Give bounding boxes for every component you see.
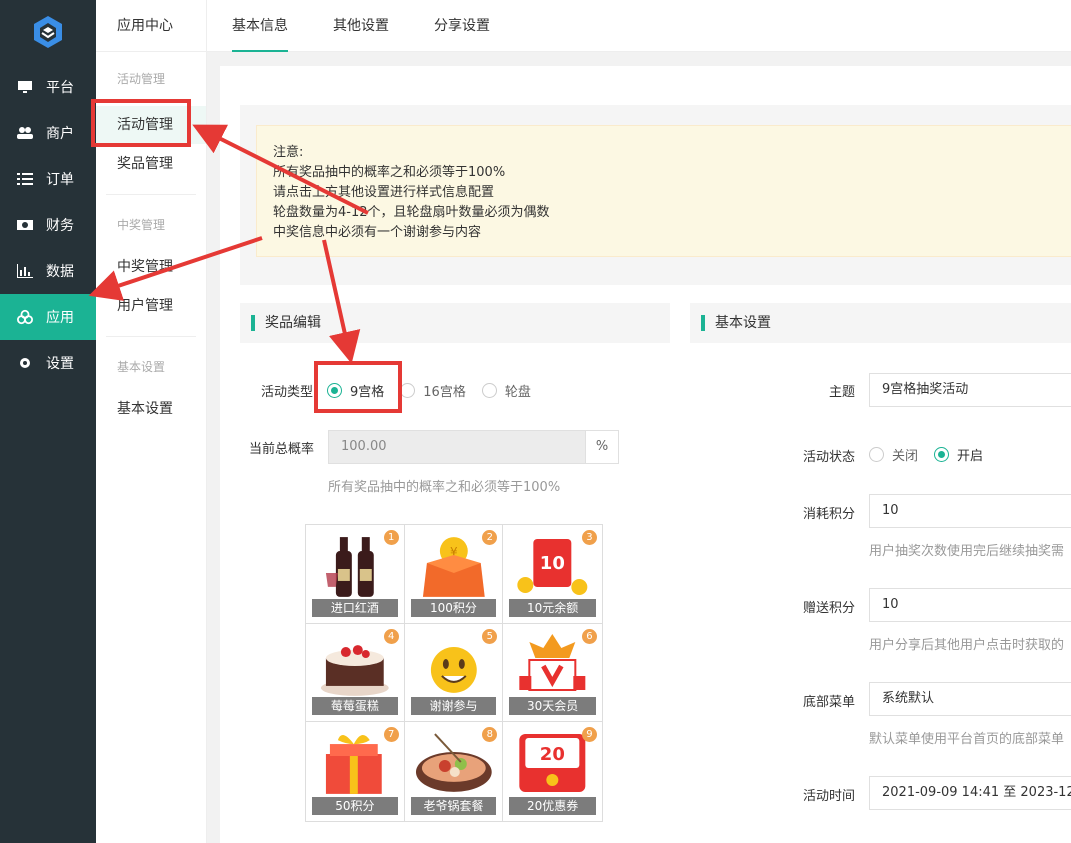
nav-item-label: 应用 bbox=[46, 310, 74, 326]
main-nav: 平台商户订单财务数据应用设置 bbox=[0, 0, 96, 843]
gift-points-label: 赠送积分 bbox=[802, 601, 855, 616]
prize-cell[interactable]: 1 进口红酒 bbox=[306, 525, 405, 624]
bar-chart-icon bbox=[17, 263, 33, 279]
list-icon bbox=[17, 171, 33, 187]
nav-item-0[interactable]: 平台 bbox=[0, 64, 96, 110]
prize-name: 老爷锅套餐 bbox=[410, 796, 497, 815]
total-prob-label: 当前总概率 bbox=[248, 442, 314, 457]
prize-cell[interactable]: 7 50积分 bbox=[306, 722, 405, 821]
sub-item-win-manage[interactable]: 中奖管理 bbox=[96, 248, 206, 286]
notice-line: 请点击上方其他设置进行样式信息配置 bbox=[273, 185, 495, 200]
notice-area: 注意: 所有奖品抽中的概率之和必须等于100% 请点击上方其他设置进行样式信息配… bbox=[240, 105, 1071, 285]
tab-other-settings[interactable]: 其他设置 bbox=[333, 0, 389, 52]
money-icon bbox=[17, 217, 33, 233]
prize-cell[interactable]: ¥ 2 100积分 bbox=[404, 525, 504, 624]
app-logo[interactable] bbox=[0, 0, 96, 64]
gift-points-input[interactable]: 10 bbox=[869, 588, 1071, 622]
group-title-basic: 基本设置 bbox=[117, 360, 166, 374]
gift-points-hint: 用户分享后其他用户点击时获取的 bbox=[869, 638, 1065, 653]
activity-type-label: 活动类型 bbox=[260, 385, 313, 400]
prize-name: 10元余额 bbox=[509, 598, 596, 617]
sub-item-prize-manage[interactable]: 奖品管理 bbox=[96, 145, 206, 183]
prize-name: 100积分 bbox=[410, 598, 497, 617]
theme-label: 主题 bbox=[828, 385, 855, 400]
svg-text:10: 10 bbox=[540, 553, 565, 574]
prize-name: 莓莓蛋糕 bbox=[312, 697, 398, 716]
radio-status-off[interactable]: 关闭 bbox=[869, 445, 918, 464]
nav-item-label: 商户 bbox=[46, 126, 74, 142]
nav-item-label: 数据 bbox=[46, 264, 74, 280]
nav-item-5[interactable]: 应用 bbox=[0, 294, 96, 340]
cost-points-input[interactable]: 10 bbox=[869, 494, 1071, 528]
activity-time-input[interactable]: 2021-09-09 14:41 至 2023-12- bbox=[869, 776, 1071, 810]
prize-cell[interactable]: 10 3 10元余额 bbox=[503, 525, 602, 624]
prize-name: 20优惠券 bbox=[509, 796, 596, 815]
group-title-activity: 活动管理 bbox=[117, 72, 166, 86]
radio-wheel[interactable]: 轮盘 bbox=[481, 381, 531, 400]
apps-icon bbox=[17, 309, 33, 325]
prize-cell[interactable]: 8 老爷锅套餐 bbox=[405, 722, 504, 821]
annotation-box-9-grid bbox=[314, 361, 402, 413]
sub-item-user-manage[interactable]: 用户管理 bbox=[96, 287, 206, 325]
percent-addon: % bbox=[585, 430, 619, 464]
nav-item-label: 财务 bbox=[46, 218, 74, 234]
bottom-menu-label: 底部菜单 bbox=[802, 695, 855, 710]
bottom-menu-select[interactable]: 系统默认 bbox=[869, 682, 1071, 716]
gear-icon bbox=[17, 355, 33, 371]
monitor-icon bbox=[17, 79, 33, 95]
svg-text:20: 20 bbox=[540, 744, 565, 765]
status-radios: 关闭 开启 bbox=[869, 445, 999, 464]
prize-grid: 1 进口红酒 ¥ 2 100积分 10 3 10元余额 4 莓莓蛋糕 5 谢谢参… bbox=[305, 524, 603, 822]
activity-time-label: 活动时间 bbox=[802, 789, 855, 804]
prize-name: 50积分 bbox=[312, 796, 398, 815]
nav-item-label: 设置 bbox=[46, 356, 74, 372]
sub-menu-title: 应用中心 bbox=[96, 0, 206, 52]
bottom-menu-hint: 默认菜单使用平台首页的底部菜单 bbox=[869, 732, 1065, 747]
notice-line: 所有奖品抽中的概率之和必须等于100% bbox=[273, 165, 506, 180]
nav-item-1[interactable]: 商户 bbox=[0, 110, 96, 156]
sub-item-basic-settings[interactable]: 基本设置 bbox=[96, 390, 206, 428]
logo-icon bbox=[34, 16, 62, 48]
annotation-box-activity-manage bbox=[91, 99, 191, 147]
status-label: 活动状态 bbox=[802, 450, 855, 465]
nav-item-6[interactable]: 设置 bbox=[0, 340, 96, 386]
notice-box: 注意: 所有奖品抽中的概率之和必须等于100% 请点击上方其他设置进行样式信息配… bbox=[256, 125, 1071, 257]
prize-cell[interactable]: 5 谢谢参与 bbox=[404, 623, 504, 723]
notice-line: 轮盘数量为4-12个，且轮盘扇叶数量必须为偶数 bbox=[273, 205, 550, 220]
section-basic-settings: 基本设置 bbox=[690, 303, 1071, 343]
notice-line: 注意: bbox=[273, 145, 304, 160]
prize-name: 进口红酒 bbox=[312, 598, 398, 617]
tab-share-settings[interactable]: 分享设置 bbox=[434, 0, 490, 52]
nav-item-label: 订单 bbox=[46, 172, 74, 188]
prize-cell[interactable]: 4 莓莓蛋糕 bbox=[306, 623, 405, 723]
prob-hint: 所有奖品抽中的概率之和必须等于100% bbox=[328, 480, 561, 495]
radio-status-on[interactable]: 开启 bbox=[934, 445, 983, 464]
theme-input[interactable]: 9宫格抽奖活动 bbox=[869, 373, 1071, 407]
top-tabs: 基本信息 其他设置 分享设置 bbox=[207, 0, 1071, 52]
prize-cell[interactable]: 6 30天会员 bbox=[503, 624, 602, 723]
notice-line: 中奖信息中必须有一个谢谢参与内容 bbox=[273, 225, 482, 240]
users-icon bbox=[17, 125, 33, 141]
cost-points-hint: 用户抽奖次数使用完后继续抽奖需 bbox=[869, 544, 1065, 559]
total-prob-input[interactable]: 100.00 bbox=[328, 430, 586, 464]
group-title-win: 中奖管理 bbox=[117, 218, 166, 232]
nav-item-3[interactable]: 财务 bbox=[0, 202, 96, 248]
nav-item-4[interactable]: 数据 bbox=[0, 248, 96, 294]
prize-cell[interactable]: 20 9 20优惠券 bbox=[503, 722, 602, 821]
prize-name: 30天会员 bbox=[509, 697, 596, 716]
prize-name: 谢谢参与 bbox=[410, 697, 497, 716]
content-panel: 注意: 所有奖品抽中的概率之和必须等于100% 请点击上方其他设置进行样式信息配… bbox=[220, 66, 1071, 843]
nav-item-2[interactable]: 订单 bbox=[0, 156, 96, 202]
nav-item-label: 平台 bbox=[46, 80, 74, 96]
cost-points-label: 消耗积分 bbox=[802, 507, 855, 522]
section-prize-edit: 奖品编辑 bbox=[240, 303, 670, 343]
tab-basic-info[interactable]: 基本信息 bbox=[232, 0, 288, 52]
radio-16-grid[interactable]: 16宫格 bbox=[400, 381, 466, 400]
